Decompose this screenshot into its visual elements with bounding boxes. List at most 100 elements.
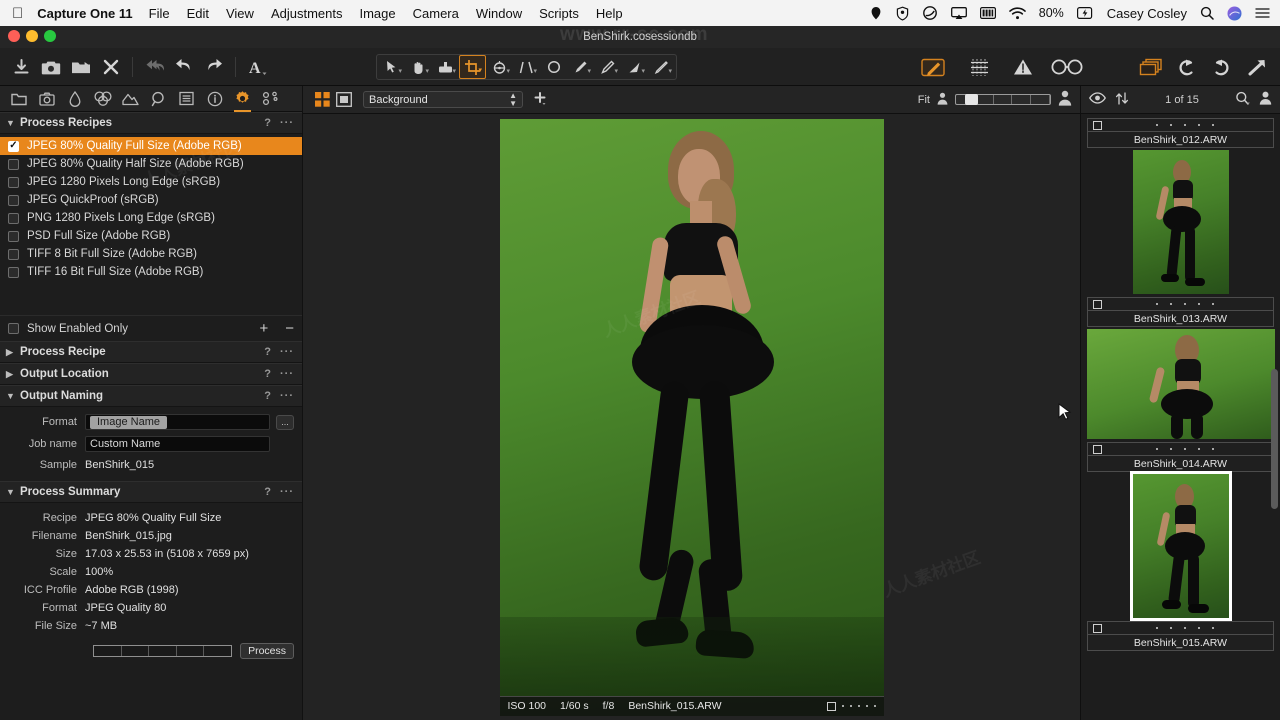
thumb-item[interactable]: BenShirk_014.ARW [1081, 329, 1280, 472]
thumb-checkbox[interactable] [1093, 444, 1102, 454]
rating-dot[interactable] [1170, 124, 1172, 126]
annotation-A-icon[interactable]: A [242, 52, 272, 82]
battery-bar-icon[interactable] [979, 7, 996, 19]
help-icon[interactable]: ? [264, 486, 271, 498]
filmstrip[interactable]: BenShirk_012.ARW BenShirk_013.ARW BenShi… [1081, 114, 1280, 720]
user-name[interactable]: Casey Cosley [1107, 6, 1187, 21]
rating-dot[interactable] [1170, 303, 1172, 305]
recipe-row[interactable]: TIFF 8 Bit Full Size (Adobe RGB) [0, 245, 302, 263]
heal-pen-icon[interactable]: ▾ [648, 55, 675, 79]
library-tab[interactable] [6, 86, 31, 111]
output-tab[interactable] [230, 86, 255, 112]
section-menu-icon[interactable]: ··· [280, 368, 294, 380]
sort-arrows-icon[interactable] [1115, 91, 1129, 108]
rating-dot[interactable] [841, 705, 844, 707]
remove-recipe-button[interactable]: − [285, 320, 294, 337]
thumb-rating[interactable] [1156, 303, 1214, 305]
image-name-token[interactable]: Image Name [90, 415, 167, 429]
recipe-row[interactable]: JPEG 80% Quality Half Size (Adobe RGB) [0, 155, 302, 173]
rating-dot[interactable] [1212, 124, 1214, 126]
thumb-rating[interactable] [1156, 124, 1214, 126]
rating-dot[interactable] [873, 705, 876, 707]
rating-dot[interactable] [1198, 124, 1200, 126]
show-enabled-only-checkbox[interactable] [8, 323, 19, 334]
image-rating[interactable] [826, 701, 876, 711]
thumb-image[interactable] [1086, 329, 1275, 439]
single-view-icon[interactable] [333, 90, 355, 110]
person-icon[interactable] [1259, 91, 1272, 108]
minimize-button[interactable] [26, 30, 38, 42]
section-menu-icon[interactable]: ··· [280, 346, 294, 358]
thumb-rating[interactable] [1156, 627, 1214, 629]
recipe-checkbox[interactable] [8, 212, 19, 224]
delete-icon[interactable] [96, 52, 126, 82]
exposure-tab[interactable] [118, 86, 143, 111]
thumb-meta-row[interactable] [1087, 442, 1274, 456]
rotate-angle-icon[interactable]: ▾ [486, 55, 513, 79]
rating-dot[interactable] [1156, 303, 1158, 305]
format-input[interactable]: Image Name [85, 414, 270, 430]
thumb-item[interactable]: BenShirk_012.ARW [1081, 118, 1280, 148]
menu-file[interactable]: File [149, 6, 170, 21]
add-variant-icon[interactable] [529, 90, 551, 110]
section-menu-icon[interactable]: ··· [280, 117, 294, 129]
eye-icon[interactable] [1089, 92, 1106, 107]
menu-edit[interactable]: Edit [187, 6, 209, 21]
redo-icon[interactable] [199, 52, 229, 82]
help-icon[interactable]: ? [264, 117, 271, 129]
thumb-checkbox[interactable] [1093, 120, 1102, 130]
process-recipe-header[interactable]: ▶ Process Recipe ? ··· [0, 341, 302, 363]
dropbox-icon[interactable] [869, 6, 883, 21]
capture-icon[interactable] [36, 52, 66, 82]
recipe-checkbox[interactable] [8, 140, 19, 152]
capture-tab[interactable] [34, 86, 59, 111]
main-photo[interactable]: ISO 100 1/60 s f/8 BenShirk_015.ARW [499, 118, 884, 716]
show-enabled-only-row[interactable]: Show Enabled Only + − [0, 315, 302, 341]
menu-scripts[interactable]: Scripts [539, 6, 579, 21]
recipe-row[interactable]: JPEG 1280 Pixels Long Edge (sRGB) [0, 173, 302, 191]
output-location-header[interactable]: ▶ Output Location ? ··· [0, 363, 302, 385]
menu-help[interactable]: Help [596, 6, 623, 21]
recipe-checkbox[interactable] [8, 248, 19, 260]
help-icon[interactable]: ? [264, 390, 271, 402]
new-folder-icon[interactable] [66, 52, 96, 82]
recipe-row[interactable]: JPEG QuickProof (sRGB) [0, 191, 302, 209]
rating-dot[interactable] [1170, 627, 1172, 629]
location-icon[interactable] [896, 6, 909, 21]
rating-dot[interactable] [1156, 448, 1158, 450]
batch-tab[interactable] [258, 86, 283, 111]
section-menu-icon[interactable]: ··· [280, 390, 294, 402]
gradient-brush-icon[interactable]: ▾ [621, 55, 648, 79]
grid-view-icon[interactable] [311, 90, 333, 110]
process-recipes-header[interactable]: ▼ Process Recipes ? ··· [0, 112, 302, 134]
help-icon[interactable]: ? [264, 368, 271, 380]
keystone-icon[interactable]: ▾ [513, 55, 540, 79]
rating-dot[interactable] [1212, 448, 1214, 450]
recipe-row[interactable]: PNG 1280 Pixels Long Edge (sRGB) [0, 209, 302, 227]
rating-dot[interactable] [1198, 448, 1200, 450]
thumb-item[interactable]: BenShirk_015.ARW [1081, 471, 1280, 651]
thumb-image-selected[interactable] [1129, 471, 1232, 621]
zoom-slider[interactable] [955, 94, 1051, 105]
notification-center-icon[interactable] [1255, 7, 1270, 19]
menu-adjustments[interactable]: Adjustments [271, 6, 343, 21]
rating-dot[interactable] [1184, 448, 1186, 450]
circle-icon[interactable] [540, 55, 567, 79]
rating-dot[interactable] [1198, 627, 1200, 629]
warning-triangle-icon[interactable] [1008, 52, 1038, 82]
creative-cloud-icon[interactable] [922, 6, 938, 20]
collection-select[interactable]: Background ▲ ▼ [363, 91, 523, 108]
process-button[interactable]: Process [240, 643, 294, 659]
adjustments-info-tab[interactable] [202, 86, 227, 111]
search-icon[interactable] [1235, 91, 1250, 108]
hand-icon[interactable]: ▾ [405, 55, 432, 79]
undo-icon[interactable] [169, 52, 199, 82]
airplay-icon[interactable] [950, 6, 967, 20]
fit-label[interactable]: Fit [918, 94, 930, 106]
eraser-brush-icon[interactable]: ▾ [594, 55, 621, 79]
stacked-layers-icon[interactable] [1136, 52, 1166, 82]
rating-dot[interactable] [1212, 303, 1214, 305]
grid-icon[interactable] [964, 52, 994, 82]
output-naming-header[interactable]: ▼ Output Naming ? ··· [0, 385, 302, 407]
image-select-checkbox[interactable] [826, 701, 836, 711]
